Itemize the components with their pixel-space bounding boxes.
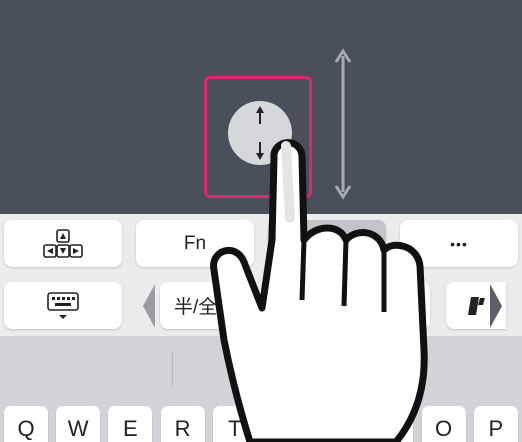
key-y[interactable]: Y bbox=[265, 406, 309, 442]
up-down-arrows-icon bbox=[256, 106, 264, 160]
more-button[interactable]: ••• bbox=[400, 220, 518, 267]
key-label: E bbox=[123, 416, 138, 441]
hide-keyboard-button[interactable] bbox=[4, 282, 122, 329]
key-label: I bbox=[388, 416, 395, 441]
fn-button[interactable]: Fn bbox=[136, 220, 254, 267]
keyboard-toolbar: Fn ••• 半/全 bbox=[0, 214, 522, 336]
toolbar-key-hidden[interactable] bbox=[360, 282, 430, 329]
key-w[interactable]: W bbox=[56, 406, 101, 442]
key-label: Y bbox=[279, 416, 295, 441]
app-logo-icon bbox=[468, 296, 485, 315]
chevron-right-icon[interactable] bbox=[488, 282, 504, 330]
key-label: O bbox=[435, 416, 453, 441]
arrow-keys-icon bbox=[43, 228, 83, 258]
width-toggle-label: 半/全 bbox=[174, 297, 218, 318]
width-toggle-button[interactable]: 半/全 bbox=[160, 282, 256, 329]
key-u[interactable]: U bbox=[317, 406, 362, 442]
fn-label: Fn bbox=[183, 232, 207, 254]
arrow-keys-button[interactable] bbox=[4, 220, 122, 267]
key-i[interactable]: I bbox=[369, 406, 414, 442]
key-label: U bbox=[331, 416, 348, 441]
key-r[interactable]: R bbox=[160, 406, 205, 442]
key-label: Q bbox=[17, 416, 35, 441]
keyboard-tutorial-screen: Fn ••• 半/全 Q W E R T Y U I O P bbox=[0, 0, 522, 442]
key-o[interactable]: O bbox=[421, 406, 466, 442]
key-p[interactable]: P bbox=[473, 406, 518, 442]
vertical-swipe-arrow-icon bbox=[334, 48, 352, 200]
key-e[interactable]: E bbox=[108, 406, 153, 442]
candidate-divider bbox=[172, 352, 173, 386]
keyboard-hide-icon bbox=[47, 291, 79, 319]
key-label: W bbox=[67, 416, 89, 441]
chevron-left-icon[interactable] bbox=[141, 282, 157, 330]
gesture-demo-area bbox=[0, 0, 522, 214]
toolbar-key-pressed[interactable] bbox=[268, 220, 386, 267]
key-label: R bbox=[174, 416, 191, 441]
key-label: T bbox=[228, 416, 242, 441]
key-t[interactable]: T bbox=[212, 406, 257, 442]
more-label: ••• bbox=[450, 235, 468, 252]
key-q[interactable]: Q bbox=[4, 406, 48, 442]
scroll-knob[interactable] bbox=[228, 101, 292, 165]
key-label: P bbox=[488, 416, 504, 441]
